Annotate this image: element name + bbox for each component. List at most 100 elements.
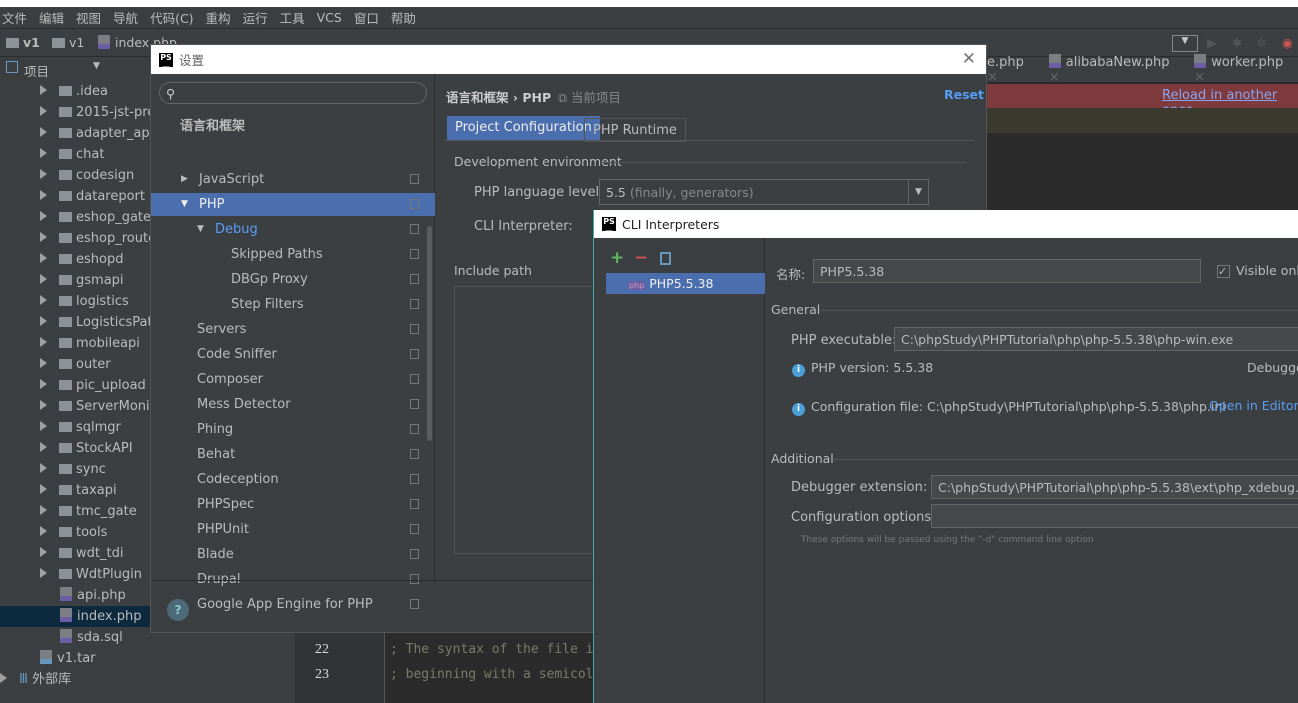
chevron-right-icon[interactable]: ▶ — [181, 168, 188, 191]
tree-archive[interactable]: v1.tar — [40, 648, 96, 669]
nav-scrollbar[interactable] — [427, 226, 432, 441]
tree-folder[interactable]: tools — [40, 522, 107, 543]
help-button[interactable]: ? — [167, 599, 189, 621]
include-path-list[interactable] — [454, 286, 594, 554]
open-in-editor-link[interactable]: Open in Editor — [1209, 398, 1298, 413]
expand-arrow-icon[interactable] — [40, 484, 47, 494]
tree-folder[interactable]: mobileapi — [40, 333, 140, 354]
expand-arrow-icon[interactable] — [40, 169, 47, 179]
menu-item[interactable]: 窗口 — [354, 8, 379, 27]
settings-item[interactable]: Mess Detector — [151, 393, 435, 416]
tree-folder[interactable]: sync — [40, 459, 106, 480]
remove-icon[interactable]: − — [634, 248, 648, 268]
expand-arrow-icon[interactable] — [40, 274, 47, 284]
settings-item[interactable]: Code Sniffer — [151, 343, 435, 366]
tree-folder[interactable]: eshop_gate — [40, 207, 151, 228]
expand-arrow-icon[interactable] — [40, 148, 47, 158]
expand-arrow-icon[interactable] — [40, 253, 47, 263]
breadcrumb-v1[interactable]: v1 — [52, 35, 84, 50]
tree-folder[interactable]: tmc_gate — [40, 501, 137, 522]
tree-folder[interactable]: chat — [40, 144, 104, 165]
tree-folder[interactable]: logistics — [40, 291, 129, 312]
expand-arrow-icon[interactable] — [40, 463, 47, 473]
menu-item[interactable]: 编辑 — [39, 8, 64, 27]
add-icon[interactable]: + — [610, 248, 624, 268]
settings-item[interactable]: Step Filters — [151, 293, 435, 316]
tree-folder[interactable]: taxapi — [40, 480, 117, 501]
menu-item[interactable]: 导航 — [113, 8, 138, 27]
expand-arrow-icon[interactable] — [40, 232, 47, 242]
expand-arrow-icon[interactable] — [40, 358, 47, 368]
debug-icon[interactable]: ✱ — [1232, 35, 1242, 50]
tree-folder[interactable]: datareport — [40, 186, 145, 207]
listen-debug-icon[interactable]: ◉ — [1282, 35, 1293, 50]
expand-arrow-icon[interactable] — [40, 106, 47, 116]
interpreter-item[interactable]: php PHP5.5.38 — [606, 273, 765, 294]
menu-item[interactable]: 重构 — [206, 8, 231, 27]
tree-folder[interactable]: pic_upload — [40, 375, 146, 396]
tree-folder[interactable]: sqlmgr — [40, 417, 121, 438]
tree-folder[interactable]: 2015-jst-pre — [40, 102, 155, 123]
copy-icon[interactable] — [660, 252, 671, 265]
chevron-down-icon[interactable]: ▼ — [93, 61, 100, 71]
expand-arrow-icon[interactable] — [40, 379, 47, 389]
expand-arrow-icon[interactable] — [40, 316, 47, 326]
tree-file[interactable]: index.php — [0, 606, 150, 627]
settings-item[interactable]: ▼ PHP — [151, 193, 435, 216]
settings-item[interactable]: Phing — [151, 418, 435, 441]
tab-php-runtime[interactable]: PHP Runtime — [584, 118, 686, 142]
menu-item[interactable]: 代码(C) — [150, 8, 193, 27]
menu-item[interactable]: 文件 — [2, 8, 27, 27]
chevron-down-icon[interactable]: ▼ — [197, 218, 204, 241]
expand-arrow-icon[interactable] — [40, 337, 47, 347]
php-language-level-select[interactable]: 5.5 (finally, generators) ▼ — [599, 179, 929, 205]
debugger-extension-input[interactable]: C:\phpStudy\PHPTutorial\php\php-5.5.38\e… — [931, 475, 1298, 499]
tree-folder[interactable]: LogisticsPath — [40, 312, 161, 333]
breadcrumb-v1-root[interactable]: v1 — [6, 35, 40, 50]
menu-item[interactable]: 帮助 — [391, 8, 416, 27]
settings-item[interactable]: Composer — [151, 368, 435, 391]
expand-arrow-icon[interactable] — [40, 190, 47, 200]
reset-link[interactable]: Reset — [944, 87, 984, 102]
run-icon[interactable]: ▶ — [1207, 35, 1217, 50]
tree-folder[interactable]: WdtPlugin — [40, 564, 142, 585]
expand-arrow-icon[interactable] — [40, 526, 47, 536]
close-icon[interactable]: ✕ — [962, 49, 976, 69]
expand-arrow-icon[interactable] — [40, 568, 47, 578]
settings-item[interactable]: PHPUnit — [151, 518, 435, 541]
tree-folder[interactable]: outer — [40, 354, 111, 375]
editor-tab[interactable]: alibabaNew.php × — [1048, 54, 1184, 85]
settings-item[interactable]: Codeception — [151, 468, 435, 491]
tree-external-libraries[interactable]: Ⅲ 外部库 — [0, 669, 71, 690]
code-line[interactable]: ; beginning with a semicol — [390, 667, 594, 682]
tree-folder[interactable]: codesign — [40, 165, 134, 186]
settings-item[interactable]: ▶ JavaScript — [151, 168, 435, 191]
expand-arrow-icon[interactable] — [40, 505, 47, 515]
configuration-options-input[interactable] — [931, 504, 1298, 528]
project-panel-header[interactable]: 项目 ▼ — [0, 57, 150, 79]
editor-tab[interactable]: e.php × — [987, 55, 1039, 85]
menu-item[interactable]: 运行 — [243, 8, 268, 27]
expand-arrow-icon[interactable] — [40, 442, 47, 452]
visible-only-checkbox[interactable]: ✓ Visible onl — [1217, 263, 1298, 278]
expand-arrow-icon[interactable] — [40, 295, 47, 305]
expand-arrow-icon[interactable] — [40, 547, 47, 557]
tree-folder[interactable]: .idea — [40, 81, 108, 102]
chevron-down-icon[interactable]: ▼ — [181, 193, 188, 216]
expand-arrow-icon[interactable] — [0, 673, 7, 683]
chevron-down-icon[interactable]: ▼ — [908, 180, 928, 204]
tree-folder[interactable]: gsmapi — [40, 270, 124, 291]
menu-item[interactable]: VCS — [317, 10, 342, 25]
tree-folder[interactable]: ServerMonito — [40, 396, 163, 417]
settings-item[interactable]: Skipped Paths — [151, 243, 435, 266]
settings-item[interactable]: Servers — [151, 318, 435, 341]
editor-tab[interactable]: worker.php × — [1194, 54, 1298, 85]
tree-folder[interactable]: eshopd — [40, 249, 123, 270]
close-icon[interactable]: × — [987, 70, 998, 85]
coverage-icon[interactable]: ✲ — [1256, 35, 1266, 50]
expand-arrow-icon[interactable] — [40, 421, 47, 431]
name-input[interactable]: PHP5.5.38 — [813, 259, 1201, 283]
close-icon[interactable]: × — [1194, 70, 1205, 85]
settings-item[interactable]: DBGp Proxy — [151, 268, 435, 291]
expand-arrow-icon[interactable] — [40, 85, 47, 95]
